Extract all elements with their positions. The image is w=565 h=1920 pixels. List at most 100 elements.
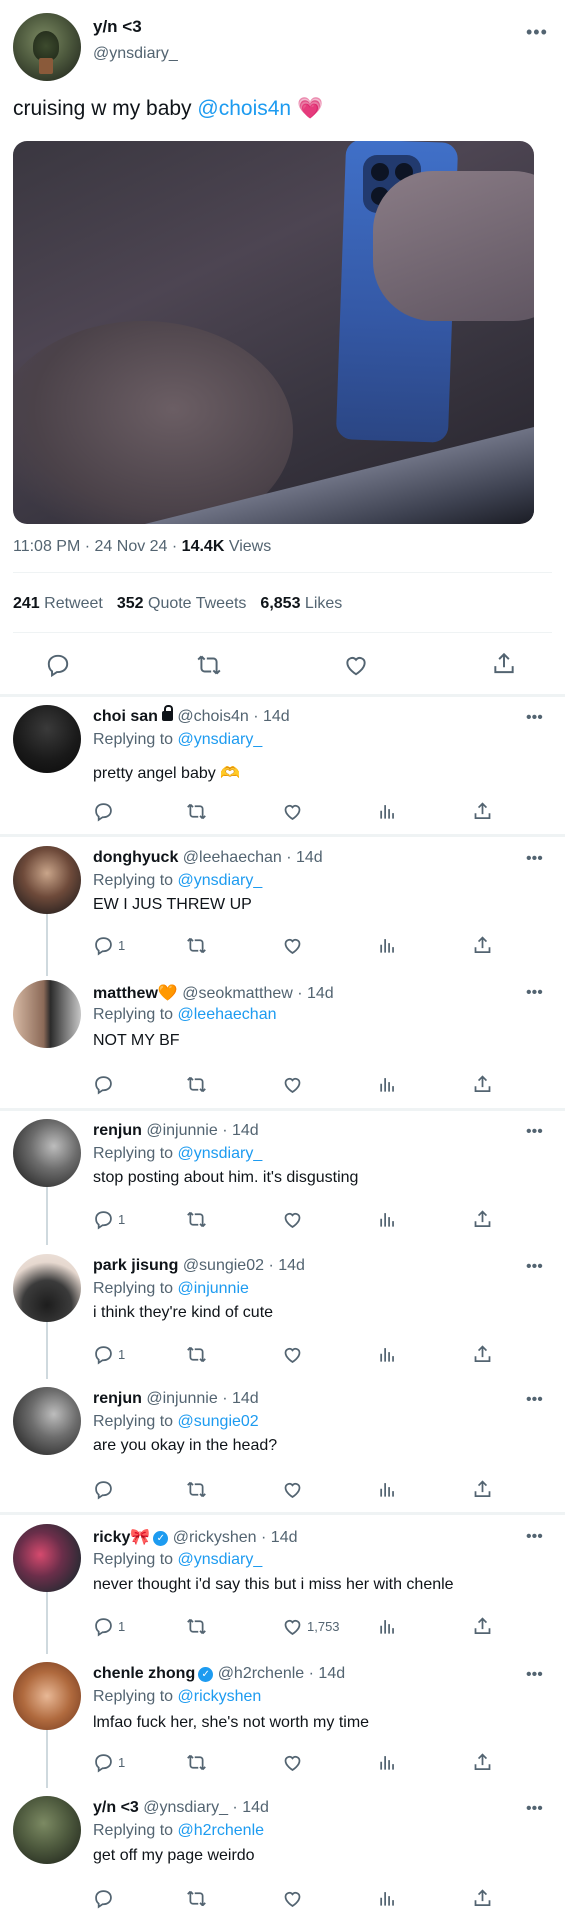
avatar[interactable] (13, 1387, 81, 1455)
likes-label[interactable]: Likes (300, 595, 342, 612)
share-icon[interactable] (472, 1888, 493, 1909)
retweet-icon[interactable] (185, 1888, 208, 1909)
retweet-icon[interactable] (185, 1616, 208, 1637)
like-icon[interactable] (282, 1074, 303, 1095)
reply-author-name[interactable]: renjun (93, 1122, 142, 1139)
replying-to-link[interactable]: @sungie02 (178, 1413, 259, 1430)
like-icon[interactable] (282, 1344, 303, 1365)
time-text[interactable]: 11:08 PM · 24 Nov 24 · (13, 538, 182, 555)
retweets-count[interactable]: 241 (13, 595, 40, 612)
reply-author-handle[interactable]: @rickyshen · 14d (173, 1529, 298, 1546)
more-options-icon[interactable]: ••• (526, 1800, 543, 1818)
views-icon[interactable] (378, 1210, 397, 1229)
replying-to-link[interactable]: @injunnie (178, 1280, 249, 1297)
retweets-label[interactable]: Retweet (40, 595, 103, 612)
views-icon[interactable] (378, 1480, 397, 1499)
views-icon[interactable] (378, 802, 397, 821)
replying-to-link[interactable]: @ynsdiary_ (178, 1145, 263, 1162)
likes-count[interactable]: 6,853 (260, 595, 300, 612)
reply-author-name[interactable]: matthew (93, 985, 158, 1002)
views-icon[interactable] (378, 1889, 397, 1908)
reply-tweet[interactable]: donghyuck @leehaechan · 14d ••• Replying… (0, 838, 565, 976)
retweet-icon[interactable] (185, 1344, 208, 1365)
like-icon[interactable] (282, 1752, 303, 1773)
share-icon[interactable] (472, 801, 493, 822)
quotes-count[interactable]: 352 (117, 595, 144, 612)
retweet-icon[interactable] (185, 801, 208, 822)
like-icon[interactable] (282, 801, 303, 822)
replying-to-link[interactable]: @ynsdiary_ (178, 1551, 263, 1568)
reply-author-handle[interactable]: @injunnie · 14d (146, 1390, 258, 1407)
reply-author-handle[interactable]: @injunnie · 14d (146, 1122, 258, 1139)
share-icon[interactable] (472, 1479, 493, 1500)
reply-icon[interactable] (93, 1479, 114, 1500)
avatar[interactable] (13, 1119, 81, 1187)
avatar[interactable] (13, 705, 81, 773)
more-options-icon[interactable]: ••• (526, 22, 548, 43)
reply-icon[interactable] (93, 935, 114, 956)
author-handle[interactable]: @ynsdiary_ (93, 45, 178, 63)
retweet-icon[interactable] (185, 1479, 208, 1500)
more-options-icon[interactable]: ••• (526, 850, 543, 868)
reply-author-handle[interactable]: @seokmatthew · 14d (182, 985, 333, 1002)
avatar[interactable] (13, 1524, 81, 1592)
like-icon[interactable] (282, 935, 303, 956)
avatar[interactable] (13, 846, 81, 914)
replying-to-link[interactable]: @ynsdiary_ (178, 872, 263, 889)
share-icon[interactable] (472, 1616, 493, 1637)
reply-tweet[interactable]: renjun @injunnie · 14d ••• Replying to @… (0, 1111, 565, 1245)
retweet-icon[interactable] (185, 1752, 208, 1773)
like-icon[interactable] (282, 1616, 303, 1637)
reply-tweet[interactable]: ricky🎀 ✓ @rickyshen · 14d ••• Replying to… (0, 1516, 565, 1654)
reply-author-handle[interactable]: @sungie02 · 14d (183, 1257, 305, 1274)
reply-tweet[interactable]: park jisung @sungie02 · 14d ••• Replying… (0, 1245, 565, 1379)
avatar[interactable] (13, 1662, 81, 1730)
avatar[interactable] (13, 13, 81, 81)
reply-author-handle[interactable]: @leehaechan · 14d (183, 849, 323, 866)
reply-tweet[interactable]: matthew🧡 @seokmatthew · 14d ••• Replying… (0, 976, 565, 1106)
reply-icon[interactable] (93, 1616, 114, 1637)
avatar[interactable] (13, 1796, 81, 1864)
author-name[interactable]: y/n <3 (93, 17, 142, 37)
more-options-icon[interactable]: ••• (526, 1123, 543, 1141)
views-icon[interactable] (378, 1753, 397, 1772)
share-icon[interactable] (472, 1209, 493, 1230)
views-icon[interactable] (378, 936, 397, 955)
like-icon[interactable] (343, 652, 369, 678)
share-icon[interactable] (472, 1074, 493, 1095)
quotes-label[interactable]: Quote Tweets (144, 595, 246, 612)
reply-author-name[interactable]: y/n <3 (93, 1799, 139, 1816)
views-icon[interactable] (378, 1617, 397, 1636)
reply-icon[interactable] (45, 652, 71, 678)
more-options-icon[interactable]: ••• (526, 1528, 543, 1546)
reply-icon[interactable] (93, 1344, 114, 1365)
reply-author-name[interactable]: park jisung (93, 1257, 178, 1274)
views-icon[interactable] (378, 1345, 397, 1364)
reply-author-handle[interactable]: @chois4n · 14d (177, 708, 289, 725)
reply-icon[interactable] (93, 801, 114, 822)
like-icon[interactable] (282, 1888, 303, 1909)
like-icon[interactable] (282, 1209, 303, 1230)
avatar[interactable] (13, 1254, 81, 1322)
more-options-icon[interactable]: ••• (526, 984, 543, 1002)
like-icon[interactable] (282, 1479, 303, 1500)
avatar[interactable] (13, 980, 81, 1048)
share-icon[interactable] (472, 935, 493, 956)
retweet-icon[interactable] (185, 1209, 208, 1230)
reply-author-name[interactable]: choi san (93, 708, 158, 725)
reply-author-name[interactable]: chenle zhong (93, 1665, 195, 1682)
mention-link[interactable]: @chois4n (197, 97, 291, 120)
replying-to-link[interactable]: @h2rchenle (178, 1822, 265, 1839)
reply-tweet[interactable]: chenle zhong ✓ @h2rchenle · 14d ••• Reply… (0, 1654, 565, 1788)
tweet-photo[interactable] (13, 141, 534, 524)
more-options-icon[interactable]: ••• (526, 1258, 543, 1276)
reply-icon[interactable] (93, 1074, 114, 1095)
replying-to-link[interactable]: @rickyshen (178, 1688, 262, 1705)
retweet-icon[interactable] (195, 652, 223, 678)
more-options-icon[interactable]: ••• (526, 709, 543, 727)
reply-icon[interactable] (93, 1209, 114, 1230)
more-options-icon[interactable]: ••• (526, 1666, 543, 1684)
reply-author-handle[interactable]: @ynsdiary_ · 14d (143, 1799, 269, 1816)
reply-author-handle[interactable]: @h2rchenle · 14d (218, 1665, 345, 1682)
reply-tweet[interactable]: y/n <3 @ynsdiary_ · 14d ••• Replying to … (0, 1788, 565, 1918)
